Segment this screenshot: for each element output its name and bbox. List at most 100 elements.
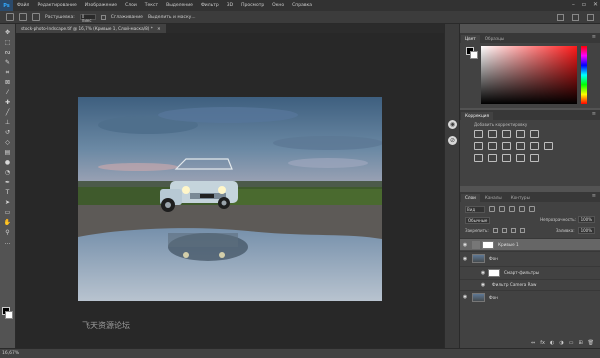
hue-saturation-icon[interactable] [474,142,483,150]
hand-tool-icon[interactable]: ✋ [3,218,12,227]
black-white-icon[interactable] [502,142,511,150]
new-selection-icon[interactable] [19,13,27,21]
zoom-level[interactable]: 16,67% [2,351,19,356]
new-layer-icon[interactable]: ⊞ [578,340,582,346]
eraser-tool-icon[interactable]: ◇ [3,138,12,147]
color-lookup-icon[interactable] [544,142,553,150]
layer-mask-thumb[interactable] [482,240,494,249]
close-window-button[interactable]: ✕ [593,1,598,8]
camera-raw-filter-row[interactable]: ◉ Фильтр Camera Raw [460,279,600,289]
smart-filter-mask-thumb[interactable] [488,268,500,277]
smart-filters-row[interactable]: ◉ Смарт-фильтры [460,266,600,278]
history-brush-icon[interactable]: ↺ [3,128,12,137]
link-layers-icon[interactable]: ⇔ [531,340,535,346]
healing-tool-icon[interactable]: ✚ [3,98,12,107]
tab-color[interactable]: Цвет [461,35,480,43]
pen-tool-icon[interactable]: ✒ [3,178,12,187]
workspace-icon[interactable] [572,14,579,21]
lock-transparency-icon[interactable] [492,227,498,233]
more-tools-icon[interactable]: … [3,238,12,247]
document-tab[interactable]: stock-photo-lndscape.tif @ 16,7% (Кривые… [16,24,166,33]
brightness-contrast-icon[interactable] [474,130,483,138]
menu-view[interactable]: Просмотр [237,3,268,8]
color-balance-icon[interactable] [488,142,497,150]
tab-adjustments[interactable]: Коррекция [461,112,494,120]
frame-tool-icon[interactable]: ⊠ [3,78,12,87]
type-tool-icon[interactable]: T [3,188,12,197]
new-adjustment-layer-icon[interactable]: ◑ [559,340,563,346]
tab-swatches[interactable]: Образцы [481,35,509,43]
background-color-swatch[interactable] [5,311,13,319]
visibility-eye-icon[interactable]: ◉ [460,294,470,300]
visibility-eye-icon[interactable]: ◉ [478,282,488,288]
lock-all-icon[interactable] [519,227,525,233]
menu-file[interactable]: Файл [13,3,33,8]
gradient-tool-icon[interactable]: ▤ [3,148,12,157]
filter-shape-icon[interactable] [519,206,525,212]
add-layer-style-icon[interactable]: fx [540,340,545,346]
exposure-icon[interactable] [516,130,525,138]
properties-panel-icon[interactable]: ◉ [448,120,457,129]
filter-smart-object-icon[interactable] [529,206,535,212]
lasso-tool-icon[interactable]: ᔓ [3,48,12,57]
layer-row-background-smart[interactable]: ◉ Фон [460,251,600,265]
lock-pixels-icon[interactable] [501,227,507,233]
marquee-tool-icon[interactable]: ⬚ [3,38,12,47]
photo-filter-icon[interactable] [516,142,525,150]
filter-adjustment-icon[interactable] [499,206,505,212]
layer-kind-select[interactable]: Вид [465,205,485,213]
posterize-icon[interactable] [488,154,497,162]
visibility-eye-icon[interactable]: ◉ [478,270,488,276]
delete-layer-icon[interactable]: 🗑 [588,340,594,346]
dodge-tool-icon[interactable]: ◔ [3,168,12,177]
quick-select-tool-icon[interactable]: ✎ [3,58,12,67]
new-group-icon[interactable]: ▭ [569,340,574,346]
gradient-map-icon[interactable] [516,154,525,162]
menu-3d[interactable]: 3D [223,3,237,8]
color-panel-menu-icon[interactable]: ≡ [592,34,596,40]
menu-filter[interactable]: Фильтр [197,3,223,8]
layers-panel-menu-icon[interactable]: ≡ [592,193,596,199]
tab-paths[interactable]: Контуры [507,194,534,202]
menu-edit[interactable]: Редактирование [33,3,80,8]
maximize-button[interactable]: ▫ [582,1,586,8]
antialias-checkbox[interactable] [100,14,106,20]
stamp-tool-icon[interactable]: ⊥ [3,118,12,127]
menu-select[interactable]: Выделение [162,3,197,8]
layer-row-curves[interactable]: ◉ Кривые 1 [460,238,600,250]
curves-icon[interactable] [502,130,511,138]
path-select-tool-icon[interactable]: ➤ [3,198,12,207]
minimize-button[interactable]: – [572,1,575,8]
crop-tool-icon[interactable]: ⌗ [3,68,12,77]
canvas-area[interactable] [16,33,444,348]
add-mask-icon[interactable]: ◐ [550,340,554,346]
filter-type-icon[interactable] [509,206,515,212]
vibrance-icon[interactable] [530,130,539,138]
visibility-eye-icon[interactable]: ◉ [460,256,470,262]
tab-channels[interactable]: Каналы [481,194,506,202]
channel-mixer-icon[interactable] [530,142,539,150]
document-image[interactable] [78,97,382,301]
move-tool-icon[interactable]: ✥ [3,28,12,37]
color-picker-field[interactable] [481,46,577,104]
color-panel-background-swatch[interactable] [470,51,478,59]
menu-type[interactable]: Текст [141,3,162,8]
tab-layers[interactable]: Слои [461,194,480,202]
levels-icon[interactable] [488,130,497,138]
invert-icon[interactable] [474,154,483,162]
zoom-tool-icon[interactable]: ⚲ [3,228,12,237]
brush-tool-icon[interactable]: ╱ [3,108,12,117]
share-icon[interactable] [587,14,594,21]
libraries-panel-icon[interactable]: ⊘ [448,136,457,145]
fill-input[interactable]: 100% [577,226,595,234]
close-tab-icon[interactable]: ✕ [157,26,161,31]
lock-position-icon[interactable] [510,227,516,233]
feather-input[interactable]: 0 пикс [79,14,96,23]
add-selection-icon[interactable] [32,13,40,21]
menu-help[interactable]: Справка [288,3,316,8]
filter-pixel-icon[interactable] [489,206,495,212]
layer-row-background[interactable]: ◉ Фон [460,290,600,303]
search-icon[interactable] [557,14,564,21]
opacity-input[interactable]: 100% [577,216,595,223]
blend-mode-select[interactable]: Обычные [465,216,491,224]
